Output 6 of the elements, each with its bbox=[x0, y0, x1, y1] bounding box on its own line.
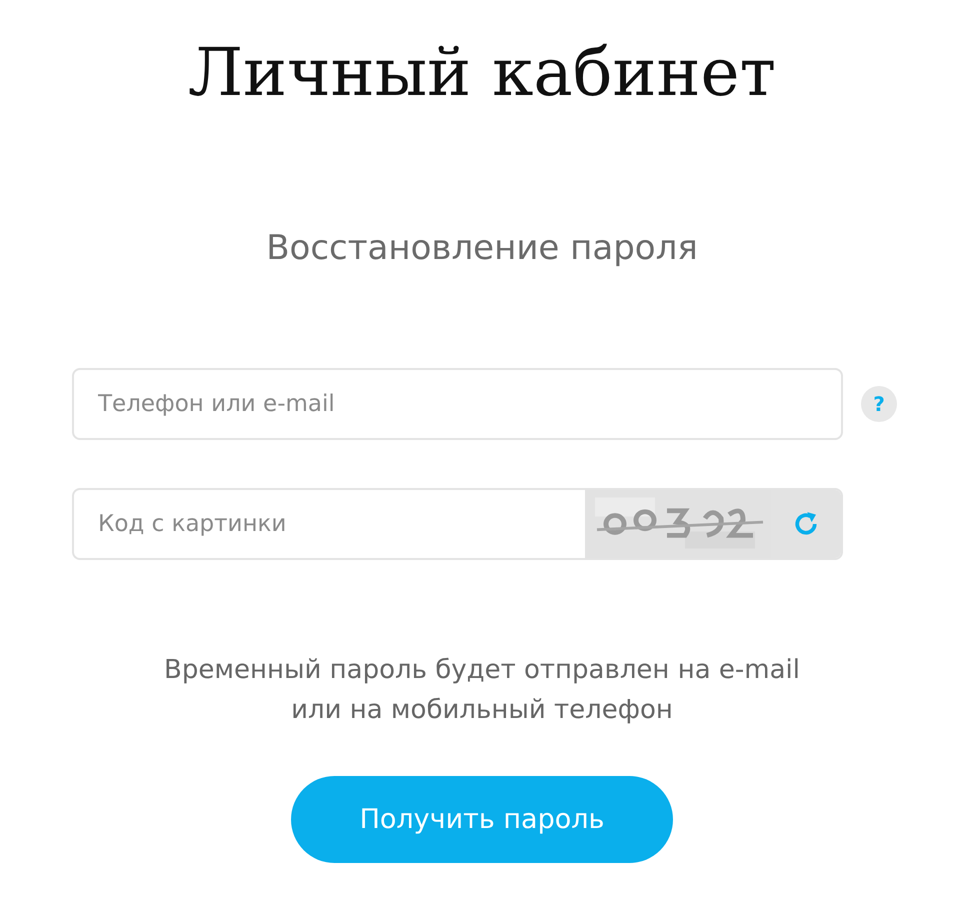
input-field[interactable]: Телефон или e-mail bbox=[72, 368, 843, 440]
info-text: Временный пароль будет отправлен на e-mail или на мобильный телефон bbox=[164, 654, 800, 727]
form-heading: Восстановление пароля bbox=[266, 227, 698, 270]
help-button[interactable]: ? bbox=[861, 386, 897, 422]
page-title: Личный кабинет bbox=[188, 33, 776, 113]
get-password-button[interactable]: Получить пароль bbox=[291, 776, 673, 863]
